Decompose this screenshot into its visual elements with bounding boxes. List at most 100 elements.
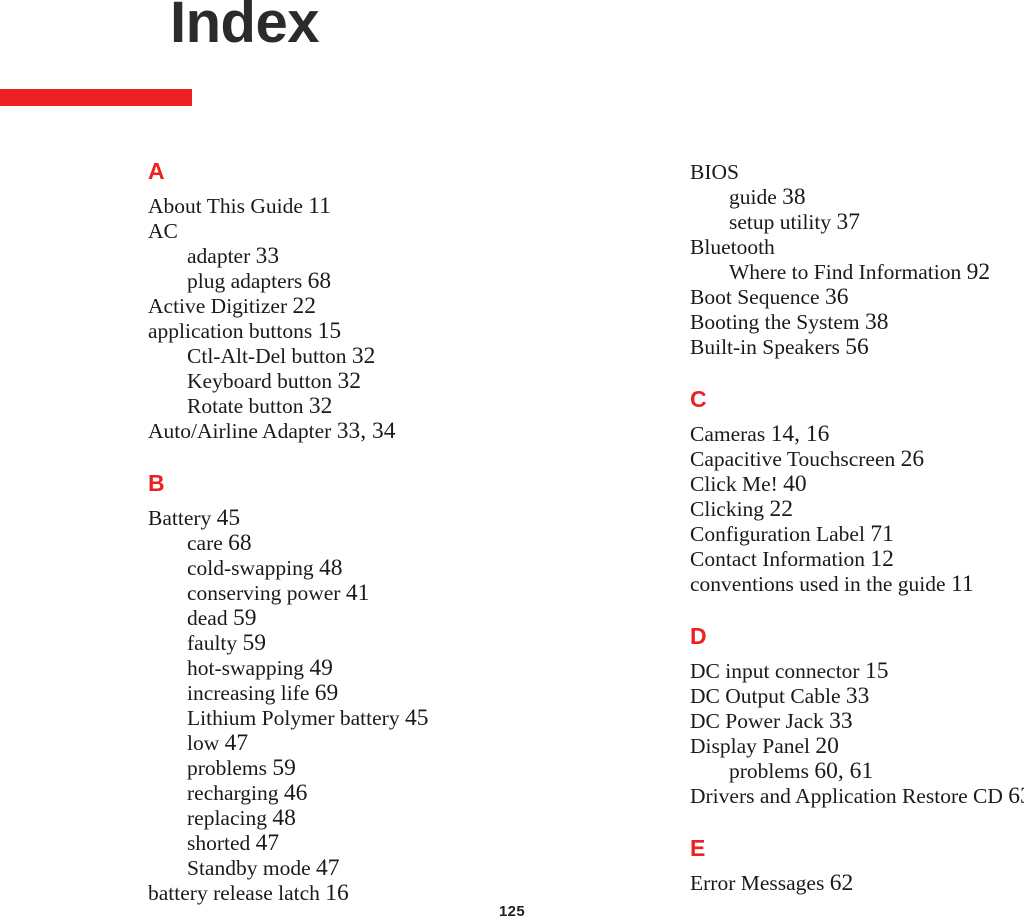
index-entry-pages[interactable]: 47 [256, 830, 280, 856]
index-letter-heading-c: C [690, 386, 707, 412]
index-entry-pages[interactable]: 14, 16 [771, 421, 830, 447]
index-entry-pages[interactable]: 92 [967, 259, 991, 285]
index-entry-pages[interactable]: 15 [865, 658, 889, 684]
page-title: Index [170, 0, 320, 55]
index-entry-pages[interactable]: 46 [284, 780, 308, 806]
index-entry-pages[interactable]: 37 [837, 209, 861, 235]
index-entry-pages[interactable]: 47 [225, 730, 249, 756]
index-entry-pages[interactable]: 20 [815, 733, 839, 759]
index-subentry[interactable]: guide 38 [690, 185, 1024, 210]
index-subentry[interactable]: hot-swapping 49 [148, 656, 568, 681]
index-entry-label: BIOS [690, 160, 739, 184]
index-entry-pages[interactable]: 48 [272, 805, 296, 831]
index-subentry[interactable]: shorted 47 [148, 831, 568, 856]
index-entry-pages[interactable]: 59 [243, 630, 267, 656]
index-entry-pages[interactable]: 59 [272, 755, 296, 781]
index-entry-pages[interactable]: 49 [309, 655, 333, 681]
index-subentry[interactable]: recharging 46 [148, 781, 568, 806]
index-entry-pages[interactable]: 32 [337, 368, 361, 394]
index-entry[interactable]: Click Me! 40 [690, 472, 1024, 497]
index-entry[interactable]: application buttons 15 [148, 319, 568, 344]
index-entry-pages[interactable]: 45 [217, 505, 241, 531]
index-entry-pages[interactable]: 26 [901, 446, 925, 472]
index-subentry[interactable]: Lithium Polymer battery 45 [148, 706, 568, 731]
index-entry[interactable]: Built-in Speakers 56 [690, 335, 1024, 360]
index-entry-pages[interactable]: 33 [846, 683, 870, 709]
index-subentry[interactable]: Where to Find Information 92 [690, 260, 1024, 285]
index-entry[interactable]: Active Digitizer 22 [148, 294, 568, 319]
index-entry[interactable]: AC [148, 219, 568, 244]
index-entry[interactable]: Clicking 22 [690, 497, 1024, 522]
index-entry[interactable]: Cameras 14, 16 [690, 422, 1024, 447]
index-entry[interactable]: DC input connector 15 [690, 659, 1024, 684]
index-entry-pages[interactable]: 45 [405, 705, 429, 731]
index-entry[interactable]: DC Power Jack 33 [690, 709, 1024, 734]
index-entry[interactable]: BIOS [690, 160, 1024, 185]
index-subentry[interactable]: problems 60, 61 [690, 759, 1024, 784]
index-entry-pages[interactable]: 69 [315, 680, 339, 706]
index-entry-pages[interactable]: 48 [319, 555, 343, 581]
index-subentry[interactable]: faulty 59 [148, 631, 568, 656]
index-entry-pages[interactable]: 22 [292, 293, 316, 319]
index-subentry[interactable]: Standby mode 47 [148, 856, 568, 881]
index-entry[interactable]: Display Panel 20 [690, 734, 1024, 759]
index-entry-pages[interactable]: 59 [233, 605, 257, 631]
index-entry-pages[interactable]: 38 [865, 309, 889, 335]
index-entry[interactable]: Contact Information 12 [690, 547, 1024, 572]
index-subentry[interactable]: plug adapters 68 [148, 269, 568, 294]
index-entry[interactable]: Capacitive Touchscreen 26 [690, 447, 1024, 472]
index-entry[interactable]: Error Messages 62 [690, 871, 1024, 896]
index-entry[interactable]: Boot Sequence 36 [690, 285, 1024, 310]
index-subentry[interactable]: conserving power 41 [148, 581, 568, 606]
index-entry-pages[interactable]: 32 [309, 393, 333, 419]
index-subentry[interactable]: Rotate button 32 [148, 394, 568, 419]
index-entry-pages[interactable]: 40 [783, 471, 807, 497]
index-subentry[interactable]: problems 59 [148, 756, 568, 781]
index-entry-pages[interactable]: 68 [308, 268, 332, 294]
index-entry-pages[interactable]: 60, 61 [814, 758, 873, 784]
index-entry-pages[interactable]: 41 [346, 580, 370, 606]
index-entry[interactable]: Battery 45 [148, 506, 568, 531]
index-entry[interactable]: About This Guide 11 [148, 194, 568, 219]
index-entry-pages[interactable]: 36 [825, 284, 849, 310]
index-entry-label: DC input connector [690, 659, 860, 683]
index-subentry[interactable]: increasing life 69 [148, 681, 568, 706]
index-subentry[interactable]: dead 59 [148, 606, 568, 631]
index-subentry[interactable]: low 47 [148, 731, 568, 756]
index-subentry[interactable]: care 68 [148, 531, 568, 556]
index-entry[interactable]: Auto/Airline Adapter 33, 34 [148, 419, 568, 444]
index-subentry[interactable]: cold-swapping 48 [148, 556, 568, 581]
index-entry-pages[interactable]: 11 [308, 193, 331, 219]
index-entry-label: Cameras [690, 422, 766, 446]
index-subentry[interactable]: setup utility 37 [690, 210, 1024, 235]
index-entry-pages[interactable]: 62 [830, 870, 854, 896]
index-entry-pages[interactable]: 15 [318, 318, 342, 344]
index-entry-pages[interactable]: 68 [228, 530, 252, 556]
index-entry-pages[interactable]: 22 [769, 496, 793, 522]
index-entry-pages[interactable]: 47 [316, 855, 340, 881]
index-entry-pages[interactable]: 38 [782, 184, 806, 210]
index-entry-pages[interactable]: 12 [870, 546, 894, 572]
index-entry-label: battery release latch [148, 881, 320, 905]
index-entry[interactable]: Drivers and Application Restore CD 63 [690, 784, 1024, 809]
index-entry-pages[interactable]: 32 [352, 343, 376, 369]
index-entry-pages[interactable]: 11 [951, 571, 974, 597]
index-entry[interactable]: Configuration Label 71 [690, 522, 1024, 547]
index-entry-pages[interactable]: 33, 34 [337, 418, 396, 444]
index-entry-pages[interactable]: 71 [870, 521, 894, 547]
index-subentry[interactable]: Keyboard button 32 [148, 369, 568, 394]
index-entry[interactable]: conventions used in the guide 11 [690, 572, 1024, 597]
index-subentry[interactable]: adapter 33 [148, 244, 568, 269]
index-entry-label: conventions used in the guide [690, 572, 946, 596]
index-entry-label: setup utility [729, 210, 832, 234]
index-entry[interactable]: DC Output Cable 33 [690, 684, 1024, 709]
index-entry-pages[interactable]: 56 [845, 334, 869, 360]
index-subentry[interactable]: Ctl-Alt-Del button 32 [148, 344, 568, 369]
index-entry-pages[interactable]: 33 [829, 708, 853, 734]
index-subentry[interactable]: replacing 48 [148, 806, 568, 831]
index-entry-pages[interactable]: 33 [256, 243, 280, 269]
index-entry[interactable]: Booting the System 38 [690, 310, 1024, 335]
index-entry-pages[interactable]: 63 [1008, 783, 1024, 809]
index-letter-heading-b: B [148, 470, 165, 496]
index-entry[interactable]: Bluetooth [690, 235, 1024, 260]
